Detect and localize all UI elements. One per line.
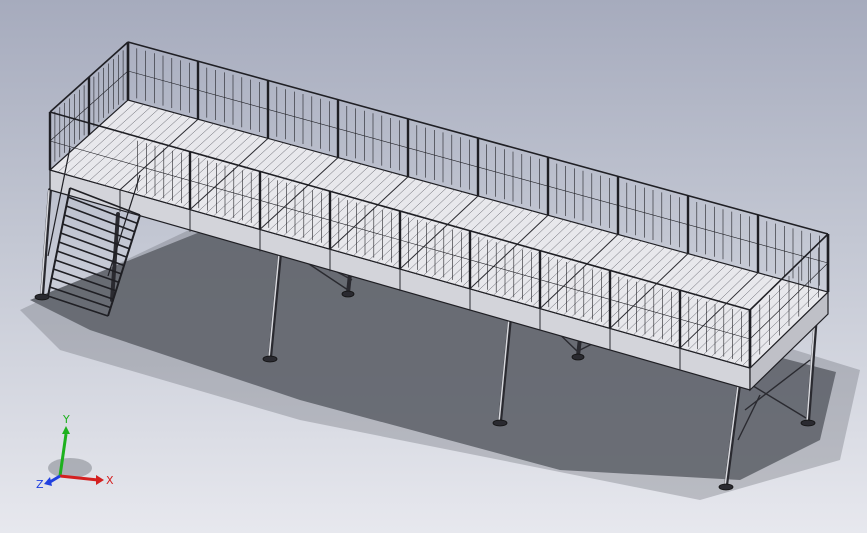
- x-axis-label: X: [106, 474, 114, 487]
- z-axis-line: [49, 474, 61, 484]
- z-axis-arrow-icon: [44, 477, 52, 486]
- steel-platform-model[interactable]: [0, 0, 867, 533]
- graphics-viewport[interactable]: Y X Z: [0, 0, 867, 533]
- y-axis-arrow-icon: [62, 426, 70, 434]
- z-axis-label: Z: [36, 478, 44, 490]
- x-axis-line: [59, 474, 99, 482]
- triad-plane-shading: [48, 458, 92, 478]
- view-orientation-triad[interactable]: Y X Z: [30, 410, 120, 490]
- y-axis-label: Y: [62, 413, 70, 426]
- x-axis-arrow-icon: [96, 475, 104, 485]
